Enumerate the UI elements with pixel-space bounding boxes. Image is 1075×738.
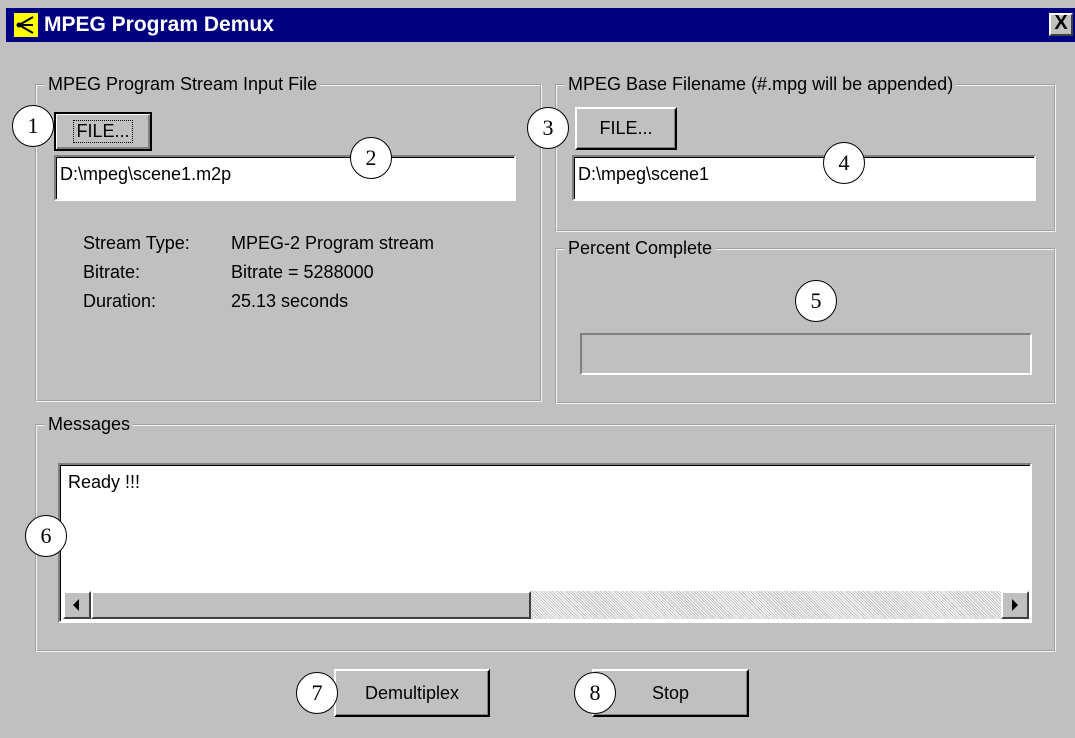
close-button[interactable]: X [1049,13,1073,36]
messages-group-label: Messages [45,413,134,435]
scroll-right-button[interactable] [1001,591,1029,619]
bitrate-value: Bitrate = 5288000 [231,262,374,282]
output-path-field[interactable]: D:\mpeg\scene1 [572,155,1036,201]
callout-4: 4 [823,142,865,184]
callout-6: 6 [25,515,67,557]
duration-label: Duration: [83,291,157,311]
output-file-button-label: FILE... [599,118,653,138]
callout-3: 3 [527,107,569,149]
input-file-button-label: FILE... [73,120,133,143]
demultiplex-button[interactable]: Demultiplex [334,669,490,717]
bitrate-label: Bitrate: [83,262,141,282]
stream-type-value: MPEG-2 Program stream [231,233,435,253]
window-title: MPEG Program Demux [44,13,274,36]
demux-app-icon [14,13,38,37]
percent-complete-group-label: Percent Complete [565,237,716,259]
demultiplex-button-label: Demultiplex [364,682,460,703]
output-filename-group-label: MPEG Base Filename (#.mpg will be append… [565,73,957,95]
scroll-left-button[interactable] [63,591,91,619]
progress-bar [580,333,1032,375]
callout-5: 5 [795,280,837,322]
callout-8: 8 [574,672,616,714]
horizontal-scrollbar[interactable] [63,591,1029,619]
stream-type-label: Stream Type: [83,233,190,253]
stop-button-label: Stop [651,682,690,703]
scroll-left-arrow-icon [73,599,79,611]
title-bar[interactable]: MPEG Program Demux X [6,8,1075,42]
callout-2: 2 [350,137,392,179]
close-icon: X [1054,12,1068,34]
scroll-right-arrow-icon [1012,599,1018,611]
callout-7: 7 [296,672,338,714]
output-file-button[interactable]: FILE... [575,107,677,150]
input-file-group-label: MPEG Program Stream Input File [45,73,321,95]
input-path-field[interactable]: D:\mpeg\scene1.m2p [54,155,516,201]
messages-text: Ready !!! [68,472,141,492]
callout-1: 1 [12,105,54,147]
percent-complete-group: Percent Complete [555,237,1056,404]
duration-value: 25.13 seconds [231,291,349,311]
main-window: MPEG Program Demux X MPEG Program Stream… [0,0,1075,738]
scrollbar-thumb[interactable] [91,591,531,619]
messages-textarea[interactable]: Ready !!! [58,463,1032,623]
input-file-button[interactable]: FILE... [54,112,152,151]
